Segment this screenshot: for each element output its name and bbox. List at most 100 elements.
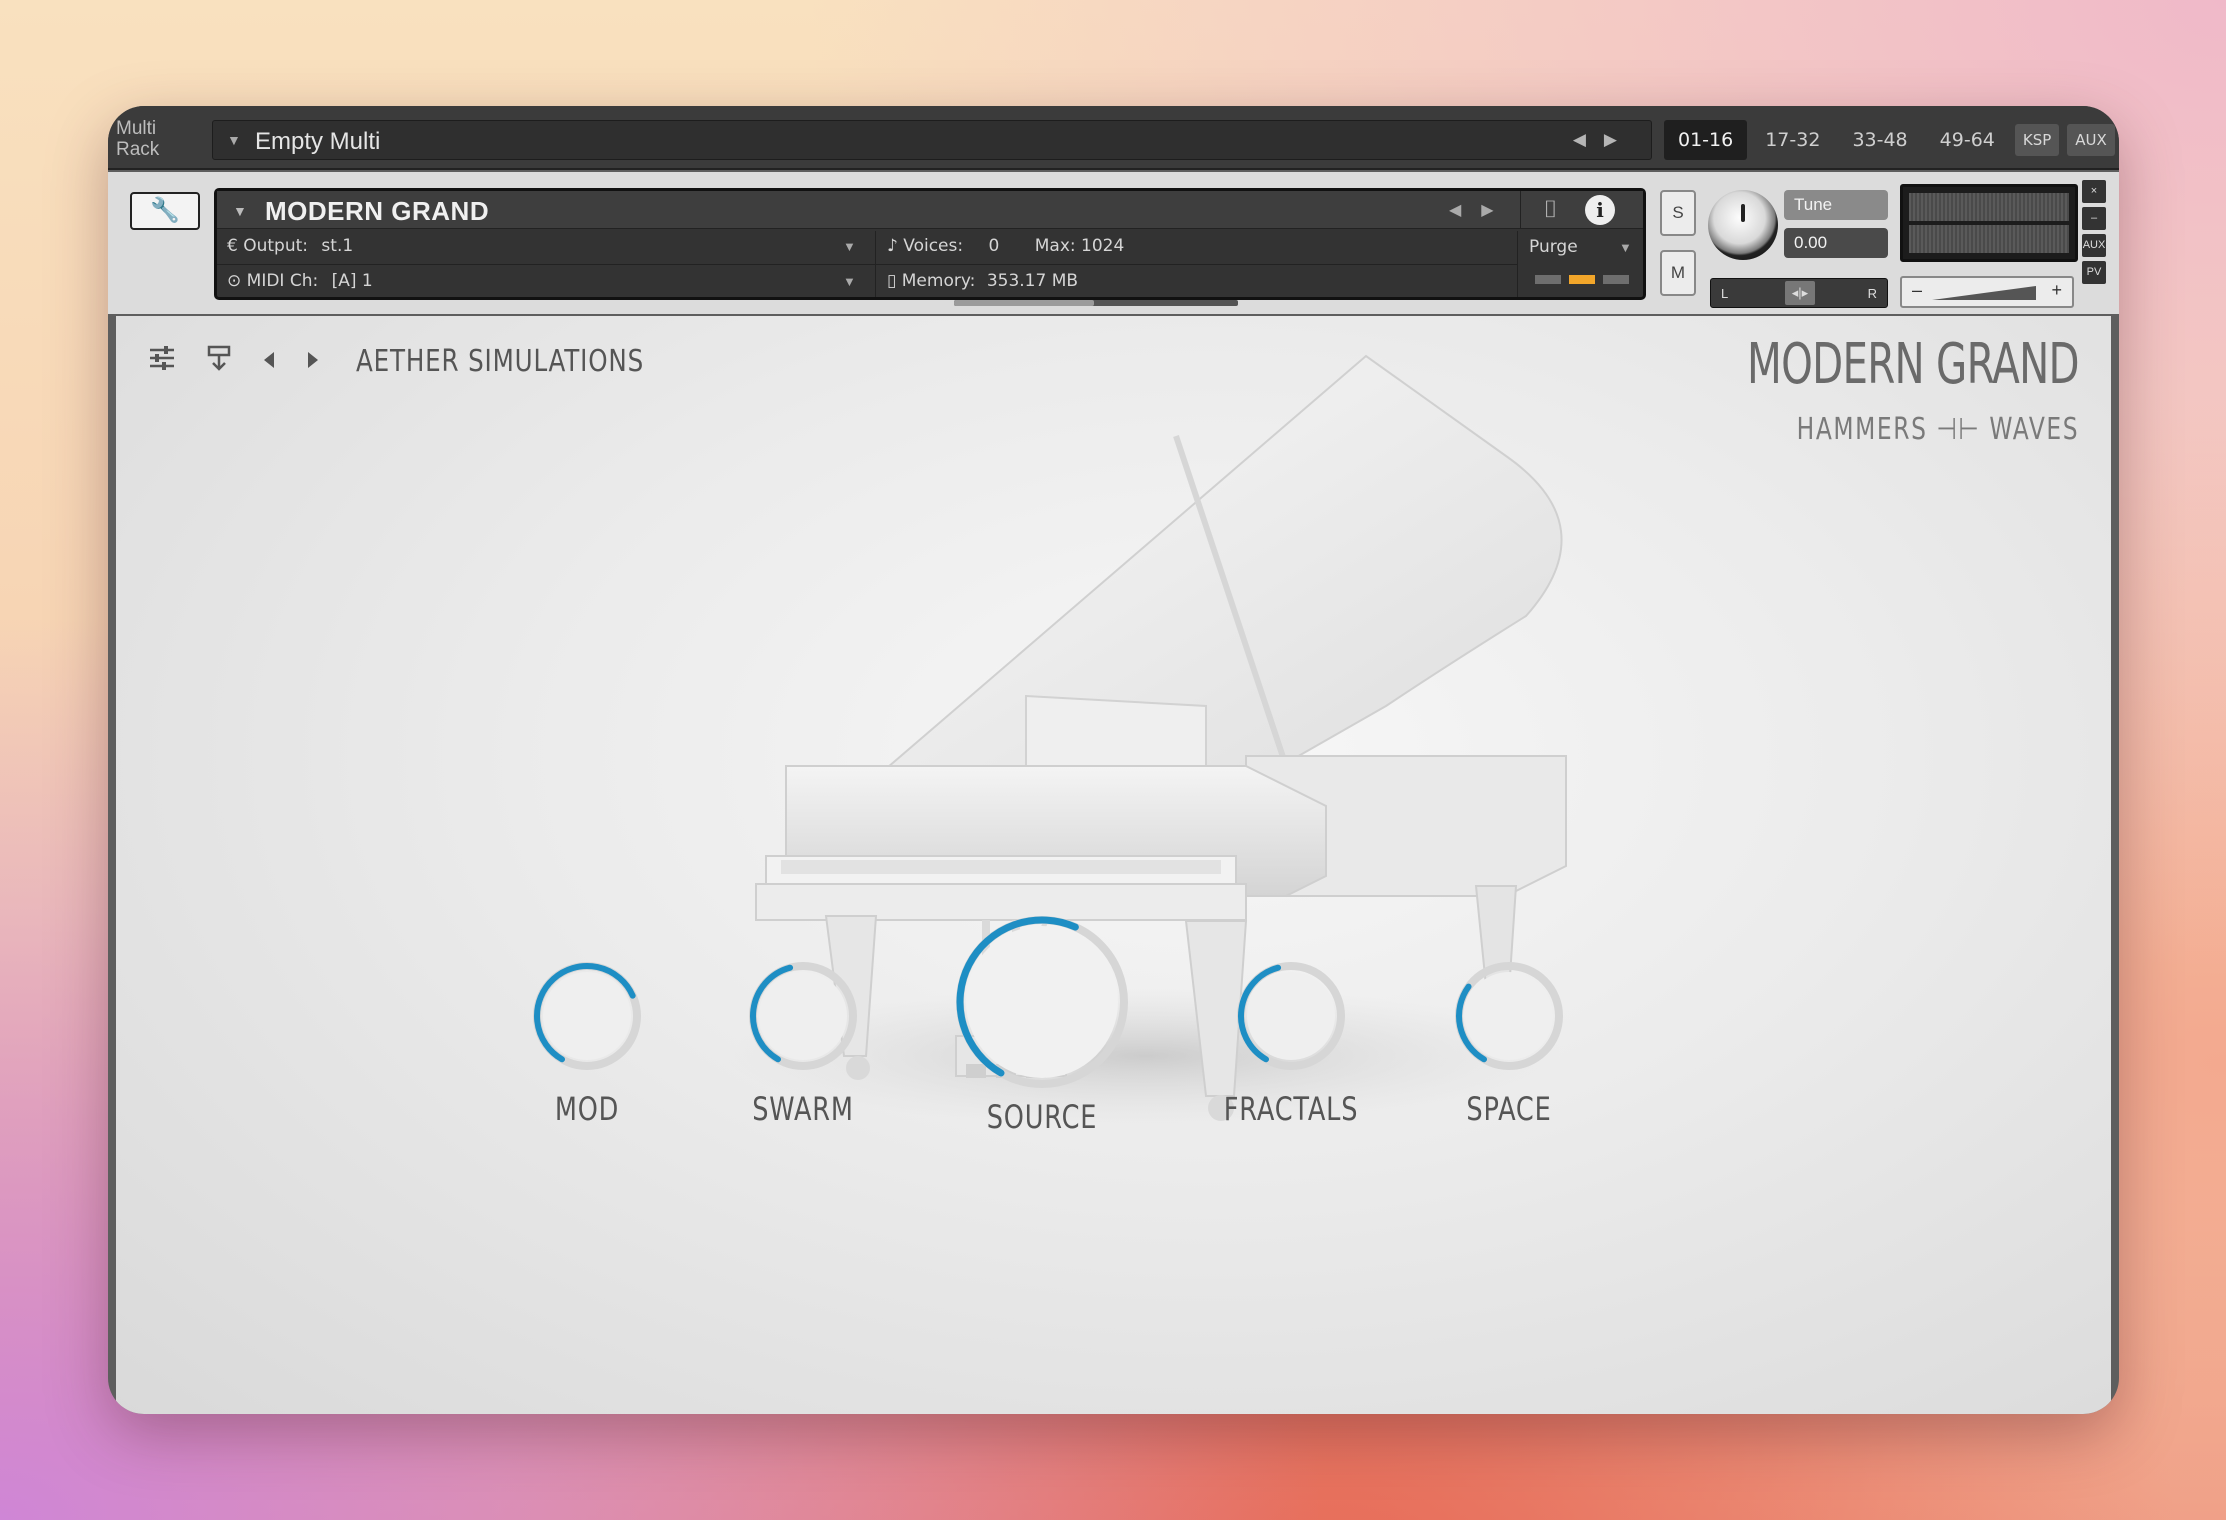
max-value[interactable]: 1024 xyxy=(1081,236,1124,256)
knob-mod[interactable]: MOD xyxy=(522,956,652,1128)
midi-label: MIDI Ch: xyxy=(246,271,319,291)
midi-dropdown-icon[interactable]: ▼ xyxy=(843,274,856,289)
space-knob-dial[interactable] xyxy=(1449,956,1569,1076)
pan-handle[interactable]: ◂|▸ xyxy=(1785,281,1815,305)
knob-label-space: SPACE xyxy=(1466,1090,1552,1128)
led-indicator xyxy=(1603,275,1629,284)
level-meter xyxy=(1900,184,2078,262)
multi-prev-next-arrows[interactable]: ◀▶ xyxy=(1573,130,1635,150)
instrument-side-buttons: × – AUX PV xyxy=(2082,180,2106,284)
kontakt-window: Multi Rack ▼ Empty Multi ◀▶ 01-16 17-32 … xyxy=(108,106,2119,1414)
mod-knob-dial[interactable] xyxy=(527,956,647,1076)
pan-left-label: L xyxy=(1721,286,1729,301)
scrollbar-thumb[interactable] xyxy=(954,300,1094,306)
next-preset-icon[interactable] xyxy=(306,346,320,377)
purge-indicators xyxy=(1535,275,1629,284)
knob-label-source: SOURCE xyxy=(986,1098,1098,1136)
instrument-header-area: 🔧 ▼ MODERN GRAND ◀▶ ⌷ i € Output: st.1 ▼… xyxy=(108,172,2119,314)
purge-dropdown-icon[interactable]: ▼ xyxy=(1619,240,1632,255)
output-value: st.1 xyxy=(321,236,354,256)
meter-right-channel xyxy=(1909,225,2069,253)
brand-name: AETHER SIMULATIONS xyxy=(356,344,645,379)
multi-label-line2: Rack xyxy=(116,139,160,160)
close-instrument-button[interactable]: × xyxy=(2082,180,2106,203)
tab-33-48[interactable]: 33-48 xyxy=(1838,120,1921,160)
instrument-panel: AETHER SIMULATIONS MODERN GRAND HAMMERS … xyxy=(116,316,2111,1414)
solo-button[interactable]: S xyxy=(1660,190,1696,236)
memory-value: 353.17 MB xyxy=(986,271,1079,291)
volume-slider[interactable]: – + xyxy=(1900,276,2074,308)
tab-01-16[interactable]: 01-16 xyxy=(1664,120,1748,160)
midi-value: [A] 1 xyxy=(331,271,373,291)
wrench-icon[interactable]: 🔧 xyxy=(130,192,200,230)
voices-value: 0 xyxy=(988,236,1000,256)
instrument-title-row: ▼ MODERN GRAND ◀▶ xyxy=(217,191,1643,229)
tab-17-32[interactable]: 17-32 xyxy=(1751,120,1834,160)
header-scrollbar[interactable] xyxy=(954,300,1238,306)
max-label: Max: xyxy=(1034,236,1076,256)
midi-icon: ⊙ xyxy=(227,271,242,291)
memory-label: Memory: xyxy=(901,271,976,291)
knob-label-swarm: SWARM xyxy=(752,1090,854,1128)
knob-label-mod: MOD xyxy=(554,1090,620,1128)
info-icon[interactable]: i xyxy=(1585,195,1615,225)
voices-icon: ♪ xyxy=(887,236,898,256)
rack-page-tabs: 01-16 17-32 33-48 49-64 KSP AUX xyxy=(1664,120,2117,160)
ksp-button[interactable]: KSP xyxy=(2014,124,2060,156)
multi-rack-bar: Multi Rack ▼ Empty Multi ◀▶ 01-16 17-32 … xyxy=(108,106,2119,170)
dropdown-caret-icon[interactable]: ▼ xyxy=(227,132,241,148)
voices-label: Voices: xyxy=(903,236,964,256)
logo-subtitle: HAMMERS ⊣⊢ WAVES xyxy=(1796,412,2079,447)
memory-icon: ▯ xyxy=(887,271,897,291)
volume-minus-icon: – xyxy=(1912,280,1923,300)
meter-left-channel xyxy=(1909,193,2069,221)
purge-menu[interactable]: Purge xyxy=(1529,237,1578,257)
pan-right-label: R xyxy=(1867,286,1877,301)
camera-icon[interactable]: ⌷ xyxy=(1520,191,1580,229)
preset-save-icon[interactable] xyxy=(206,344,232,379)
output-icon: € xyxy=(227,236,238,256)
mute-button[interactable]: M xyxy=(1660,250,1696,296)
knob-label-fractals: FRACTALS xyxy=(1223,1090,1359,1128)
knob-source[interactable]: SOURCE xyxy=(952,912,1132,1136)
fractals-knob-dial[interactable] xyxy=(1231,956,1351,1076)
output-label: Output: xyxy=(243,236,309,256)
memory-readout: ▯ Memory: 353.17 MB xyxy=(887,271,1078,291)
voices-readout: ♪ Voices: 0 Max: 1024 xyxy=(887,236,1124,256)
multi-name: Empty Multi xyxy=(255,128,381,155)
tune-knob[interactable] xyxy=(1708,190,1778,260)
multi-rack-label: Multi Rack xyxy=(116,118,159,160)
led-indicator-active xyxy=(1569,275,1595,284)
tab-49-64[interactable]: 49-64 xyxy=(1926,120,2009,160)
header-divider xyxy=(217,264,1517,265)
multi-name-field[interactable]: ▼ Empty Multi ◀▶ xyxy=(212,120,1652,160)
midi-channel-field[interactable]: ⊙ MIDI Ch: [A] 1 xyxy=(227,271,373,291)
settings-sliders-icon[interactable] xyxy=(148,345,176,378)
pan-slider[interactable]: L ◂|▸ R xyxy=(1710,278,1888,308)
aux-button[interactable]: AUX xyxy=(2067,124,2115,156)
led-indicator xyxy=(1535,275,1561,284)
minimize-instrument-button[interactable]: – xyxy=(2082,207,2106,230)
multi-label-line1: Multi xyxy=(116,118,157,139)
knob-space[interactable]: SPACE xyxy=(1434,956,1584,1128)
aux-send-button[interactable]: AUX xyxy=(2082,234,2106,257)
previous-preset-icon[interactable] xyxy=(262,346,276,377)
swarm-knob-dial[interactable] xyxy=(743,956,863,1076)
output-dropdown-icon[interactable]: ▼ xyxy=(843,239,856,254)
knob-swarm[interactable]: SWARM xyxy=(728,956,878,1128)
instrument-header: ▼ MODERN GRAND ◀▶ ⌷ i € Output: st.1 ▼ ⊙… xyxy=(214,188,1646,300)
source-knob-dial[interactable] xyxy=(952,912,1132,1092)
tune-label: Tune xyxy=(1784,190,1888,220)
purge-label: Purge xyxy=(1529,237,1578,257)
panel-toolbar: AETHER SIMULATIONS xyxy=(148,344,707,379)
instrument-title: MODERN GRAND xyxy=(265,196,490,226)
volume-wedge xyxy=(1932,286,2036,300)
header-divider xyxy=(1517,231,1518,297)
tune-value[interactable]: 0.00 xyxy=(1784,228,1888,258)
output-field[interactable]: € Output: st.1 xyxy=(227,236,353,256)
instrument-prev-next-arrows[interactable]: ◀▶ xyxy=(1449,200,1514,220)
knob-fractals[interactable]: FRACTALS xyxy=(1206,956,1376,1128)
instrument-dropdown-icon[interactable]: ▼ xyxy=(233,203,247,219)
pv-button[interactable]: PV xyxy=(2082,261,2106,284)
logo-title: MODERN GRAND xyxy=(1747,332,2080,397)
